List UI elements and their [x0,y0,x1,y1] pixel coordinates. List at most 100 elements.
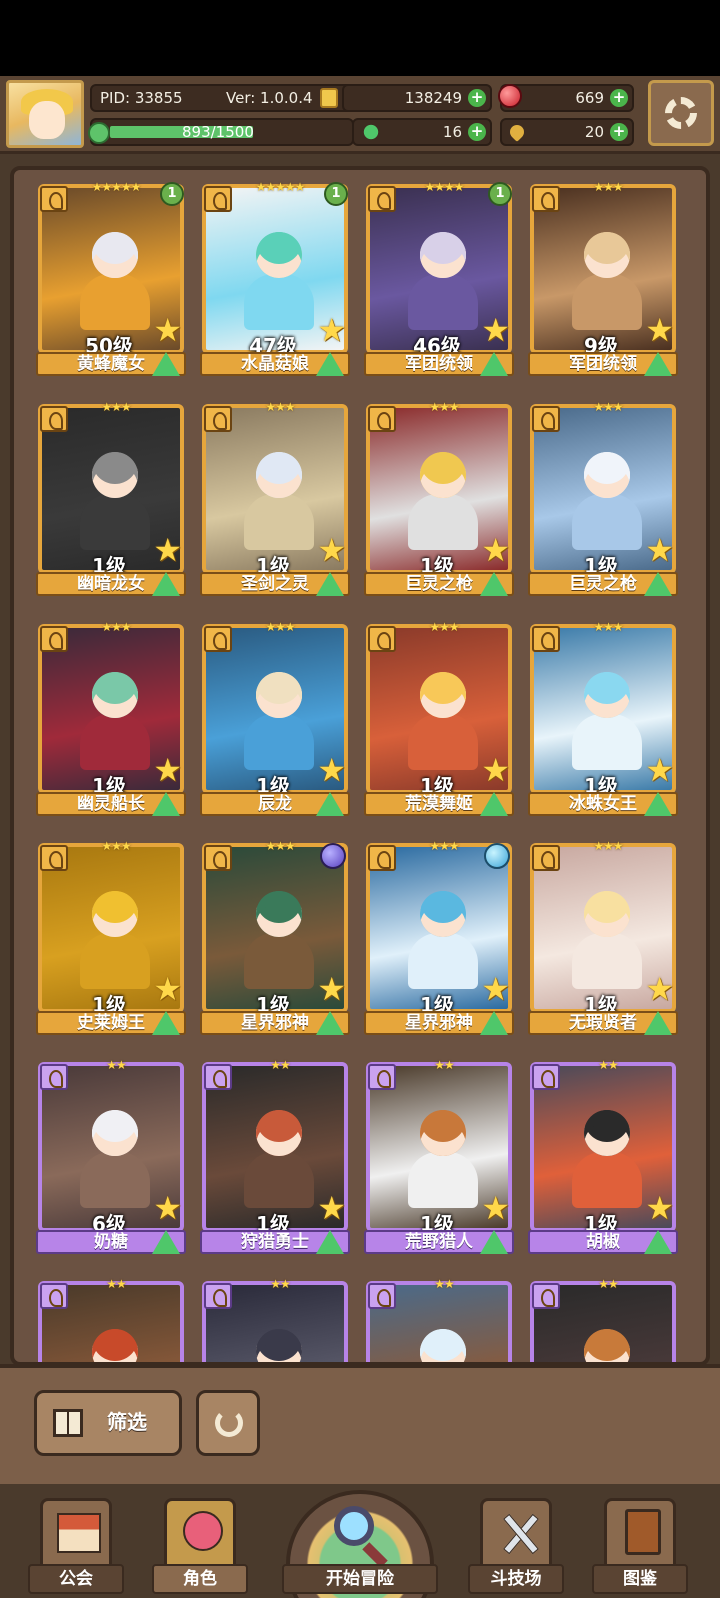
level-up-arrow-icon [152,572,180,596]
hero-card[interactable]: ★★★ 1级 巨灵之枪 ★ [364,400,514,598]
nav-codex[interactable]: 图鉴 [592,1498,688,1594]
hero-head [584,1110,630,1156]
hero-card[interactable]: ★★ [200,1277,350,1362]
gem-amount: 669 [575,89,604,107]
hero-card[interactable]: ★★★ 1级 幽灵船长 ★ [36,620,186,818]
hero-head [92,891,138,937]
hero-figure [402,222,484,330]
hero-body [408,714,478,770]
level-up-arrow-icon [480,572,508,596]
hero-stars: ★★★★ [424,180,464,194]
add-gold-button[interactable]: + [468,89,486,107]
key-icon [507,122,527,142]
hero-card[interactable]: ★★★ 1级 辰龙 ★ [200,620,350,818]
hero-stars: ★★ [598,1277,619,1291]
hero-figure [238,662,320,770]
avatar-face [29,101,65,139]
hero-card[interactable]: ★★★ 1级 史莱姆王 ★ [36,839,186,1037]
hero-card[interactable]: ★★ 1级 胡椒 ★ [528,1058,678,1256]
hero-card[interactable]: ★★★ 1级 冰蛛女王 ★ [528,620,678,818]
hero-card[interactable]: ★★ [364,1277,514,1362]
start-adventure-button[interactable]: 开始冒险 [278,1484,442,1598]
add-clover-button[interactable]: + [468,123,486,141]
hero-class-icon [204,406,232,432]
hero-class-icon [532,626,560,652]
hero-figure [74,662,156,770]
nav-codex-label: 图鉴 [592,1564,688,1594]
gear-core [676,108,686,118]
hero-roster-frame: ★★★★★ 1 50级 黄蜂魔女 ★ ★★★★★ 1 47级 水晶菇娘 ★ ★★★★ 1 46级 军团统领… [0,154,720,1366]
add-key-button[interactable]: + [610,123,628,141]
hero-stars: ★★ [270,1058,291,1072]
hero-card[interactable]: ★★★ 1级 无瑕贤者 ★ [528,839,678,1037]
hero-head [92,672,138,718]
hero-figure [566,442,648,550]
hero-figure [566,1319,648,1362]
star-upgrade-icon: ★ [645,970,674,1008]
hero-card[interactable]: ★★★ 9级 军团统领 ★ [528,180,678,378]
hero-count-badge: 1 [160,182,184,206]
key-amount: 20 [584,123,604,141]
hero-card[interactable]: ★★ 1级 狩猎勇士 ★ [200,1058,350,1256]
hero-class-icon [368,845,396,871]
hero-figure [402,881,484,989]
hero-body [244,494,314,550]
star-upgrade-icon: ★ [153,531,182,569]
hero-roster-scroll[interactable]: ★★★★★ 1 50级 黄蜂魔女 ★ ★★★★★ 1 47级 水晶菇娘 ★ ★★★★ 1 46级 军团统领… [10,166,710,1366]
nav-guild[interactable]: 公会 [28,1498,124,1594]
hero-card[interactable]: ★★ 1级 荒野猎人 ★ [364,1058,514,1256]
hero-figure [566,881,648,989]
hero-card[interactable]: ★★ [528,1277,678,1362]
level-up-arrow-icon [480,1011,508,1035]
game-version: Ver: 1.0.0.4 [226,89,313,107]
hero-class-icon [368,1283,396,1309]
level-up-arrow-icon [644,1011,672,1035]
hero-body [408,274,478,330]
level-up-arrow-icon [152,352,180,376]
refresh-button[interactable] [196,1390,260,1456]
hero-head [584,1329,630,1362]
player-avatar[interactable] [6,80,84,148]
hero-card[interactable]: ★★★ 1级 星界邪神 ★ [200,839,350,1037]
hero-card[interactable]: ★★★★★ 1 47级 水晶菇娘 ★ [200,180,350,378]
energy-text: 893/1500 [182,123,254,141]
gem-counter: 669 + [498,84,634,112]
hero-class-icon [204,626,232,652]
hero-body [80,933,150,989]
hero-head [256,1329,302,1362]
hero-card[interactable]: ★★★ 1级 荒漠舞姬 ★ [364,620,514,818]
star-upgrade-icon: ★ [317,970,346,1008]
hero-stars: ★★ [598,1058,619,1072]
hero-card[interactable]: ★★★ 1级 圣剑之灵 ★ [200,400,350,598]
hero-stars: ★★★★★ [91,180,142,194]
hero-card[interactable]: ★★ [36,1277,186,1362]
star-upgrade-icon: ★ [317,751,346,789]
hero-body [244,714,314,770]
hero-class-icon [40,1283,68,1309]
hero-card[interactable]: ★★★★ 1 46级 军团统领 ★ [364,180,514,378]
hero-card[interactable]: ★★ 6级 奶糖 ★ [36,1058,186,1256]
hero-stars: ★★★ [265,620,295,634]
filter-label: 筛选 [107,1410,147,1434]
star-upgrade-icon: ★ [317,1189,346,1227]
hero-figure [238,442,320,550]
settings-button[interactable] [648,80,714,146]
hero-body [244,933,314,989]
hero-stars: ★★★★★ [255,180,306,194]
hero-class-icon [204,186,232,212]
hero-card[interactable]: ★★★ 1级 巨灵之枪 ★ [528,400,678,598]
hero-body [572,494,642,550]
hero-card[interactable]: ★★★ 1级 幽暗龙女 ★ [36,400,186,598]
hero-figure [402,1100,484,1208]
hero-card[interactable]: ★★★ 1级 星界邪神 ★ [364,839,514,1037]
nav-role[interactable]: 角色 [152,1498,248,1594]
nav-arena[interactable]: 斗技场 [468,1498,564,1594]
add-gem-button[interactable]: + [610,89,628,107]
star-upgrade-icon: ★ [317,531,346,569]
star-upgrade-icon: ★ [481,311,510,349]
hero-head [584,452,630,498]
hero-head [420,232,466,278]
filter-button[interactable]: 筛选 [34,1390,182,1456]
hero-card[interactable]: ★★★★★ 1 50级 黄蜂魔女 ★ [36,180,186,378]
hero-stars: ★★★ [265,839,295,853]
